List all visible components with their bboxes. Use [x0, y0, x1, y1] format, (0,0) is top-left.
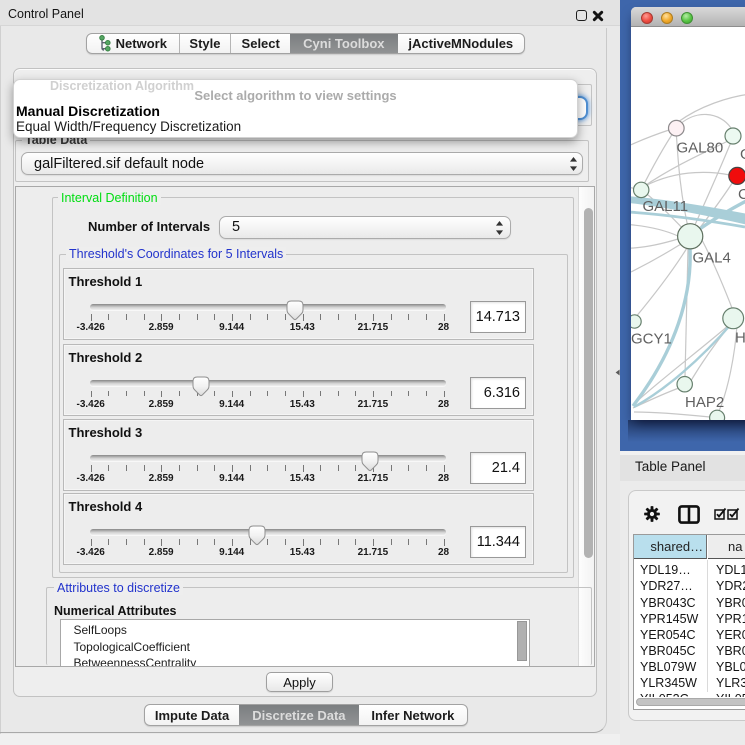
svg-text:GAL4: GAL4 — [693, 250, 731, 267]
svg-text:GCY1: GCY1 — [631, 331, 672, 348]
svg-text:HAP2: HAP2 — [685, 394, 724, 411]
svg-text:GAL80: GAL80 — [677, 140, 724, 157]
svg-text:GAL11: GAL11 — [643, 198, 689, 215]
svg-text:GAL: GAL — [740, 146, 745, 163]
svg-text:HI: HI — [735, 330, 745, 347]
svg-text:CY: CY — [738, 186, 745, 203]
